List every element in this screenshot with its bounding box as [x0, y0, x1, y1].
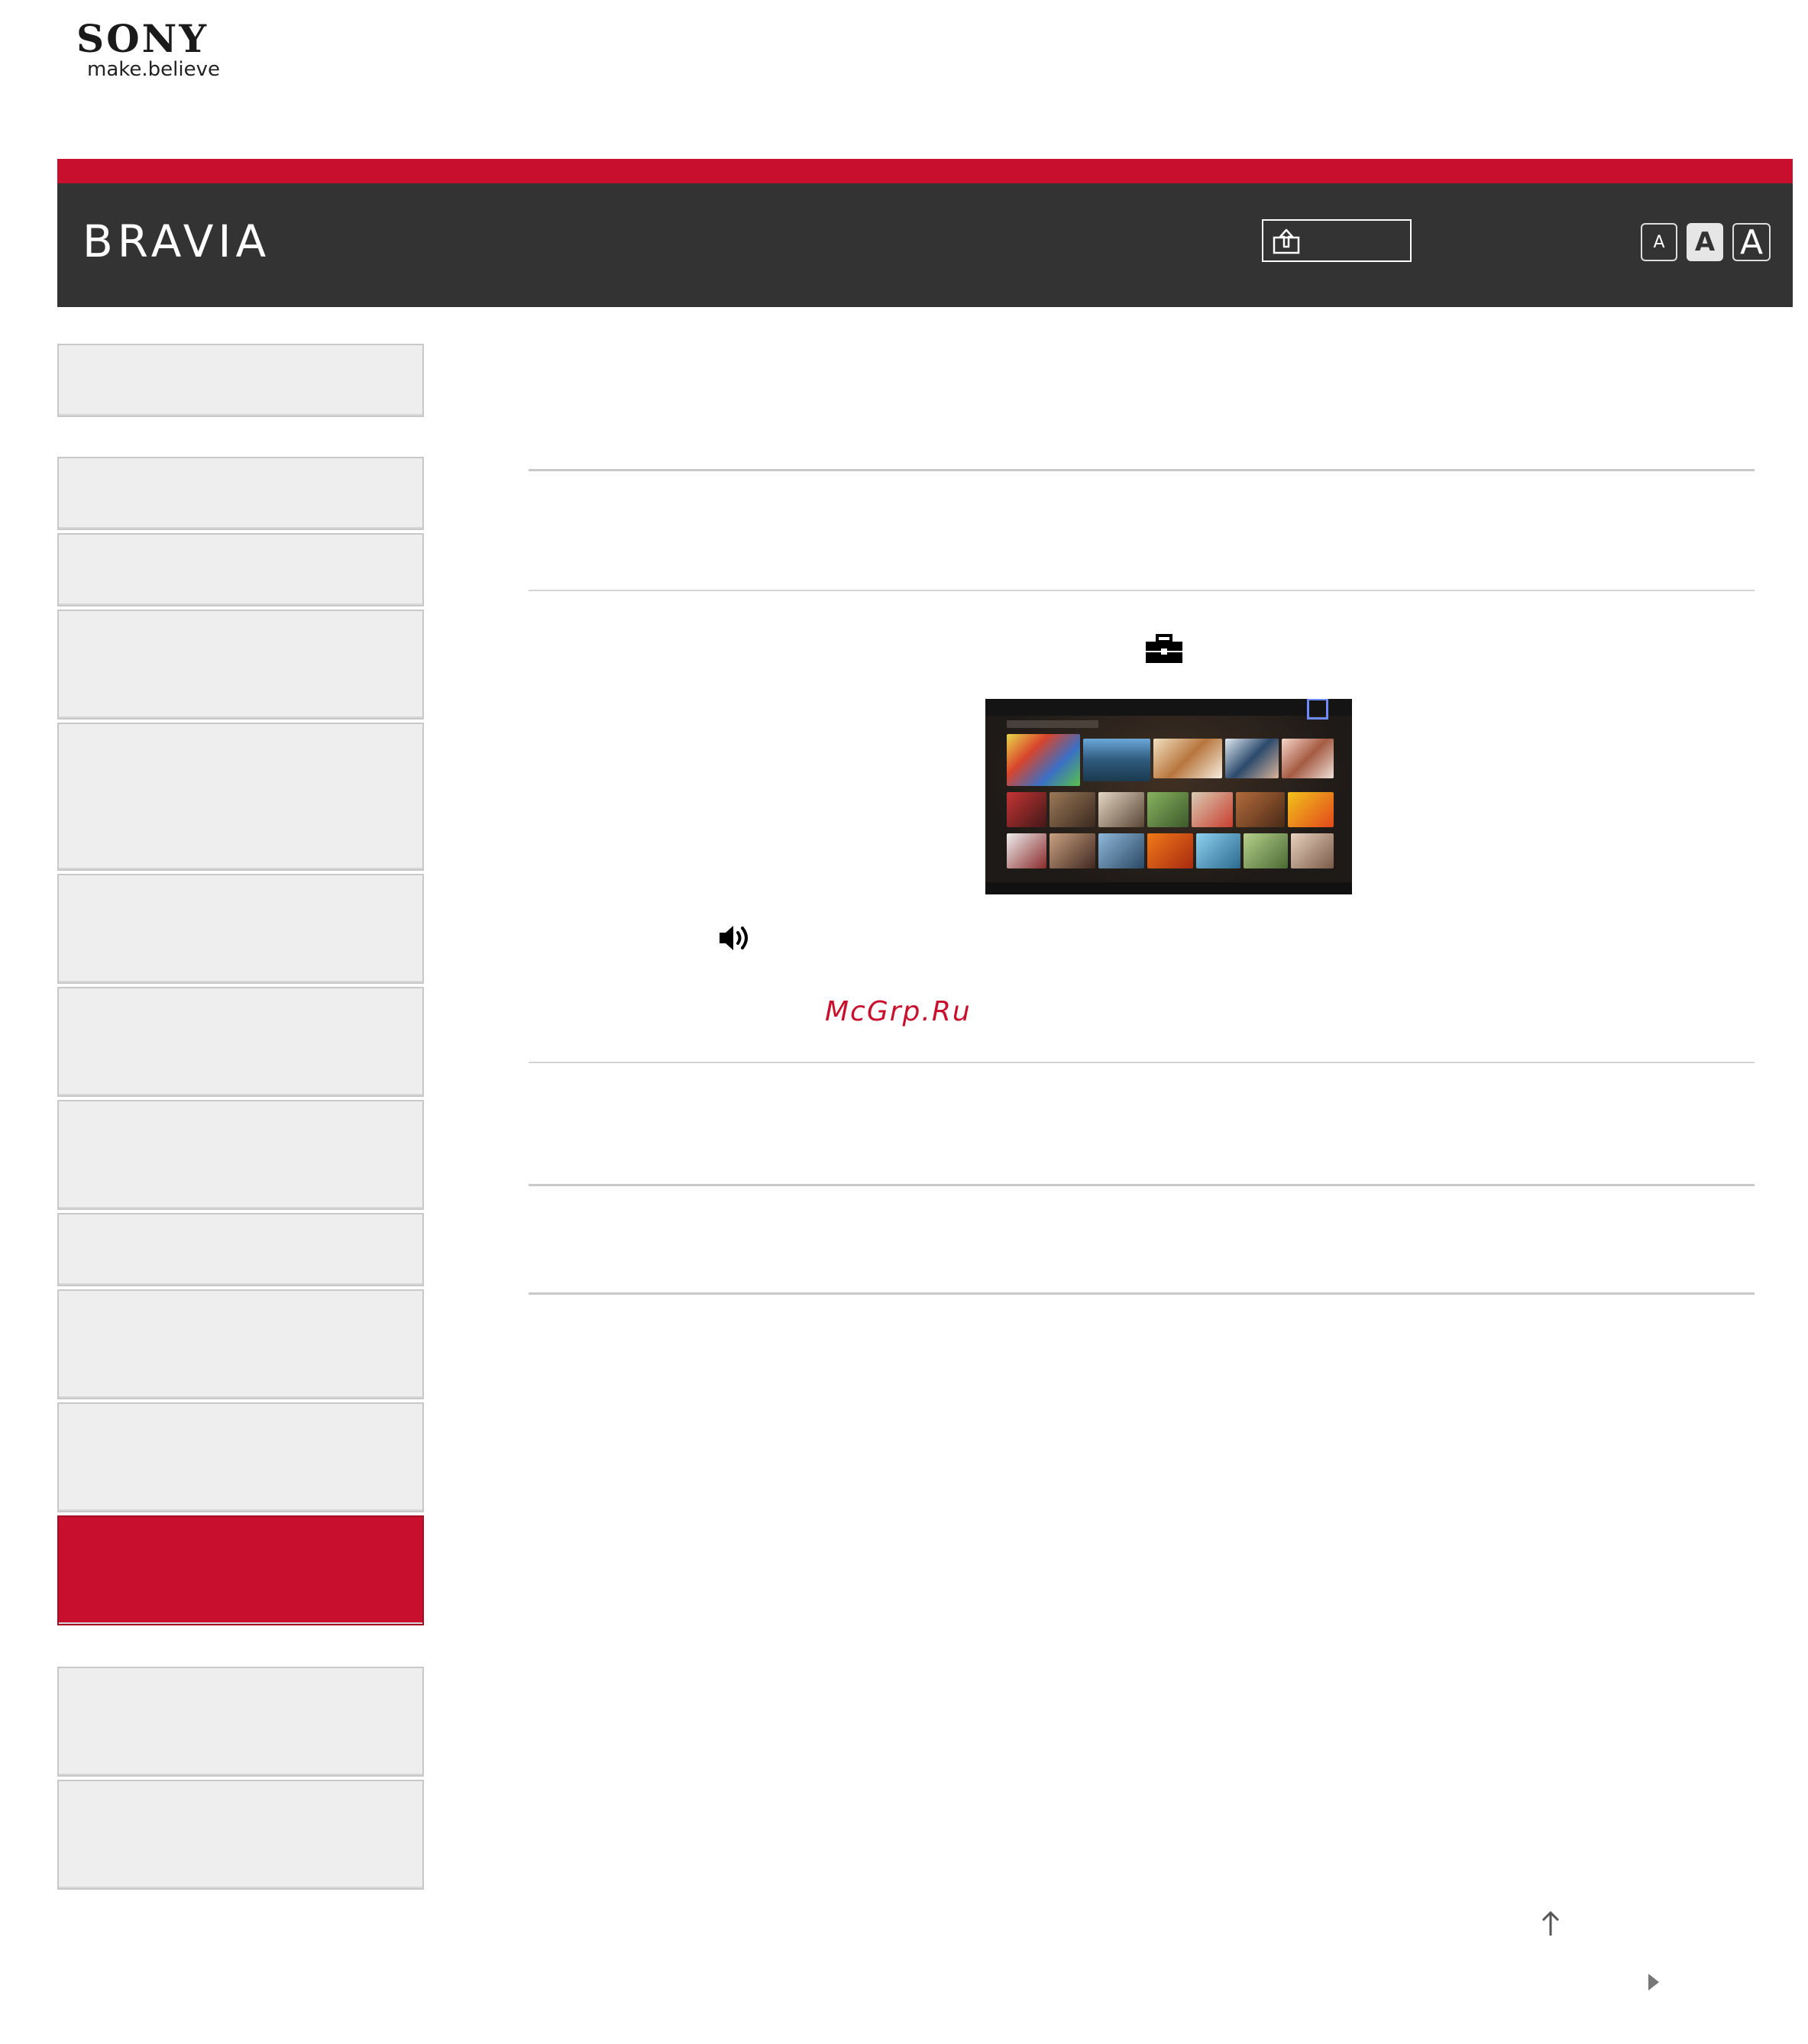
section-divider [529, 590, 1755, 591]
toolbox-icon [1144, 634, 1184, 668]
sidebar-item-8[interactable] [57, 1100, 424, 1210]
back-to-top-button[interactable] [1540, 1910, 1561, 1940]
header-accent-strip [57, 159, 1793, 183]
watermark-text: McGrp.Ru [825, 996, 972, 1027]
sidebar-item-9[interactable] [57, 1213, 424, 1286]
sidebar-item-7[interactable] [57, 987, 424, 1097]
sidebar-item-11[interactable] [57, 1402, 424, 1512]
sidebar-item-1[interactable] [57, 344, 424, 417]
arrow-up-icon [1541, 1910, 1560, 1936]
header-bar [57, 183, 1793, 307]
section-divider [529, 469, 1755, 471]
section-divider [529, 1184, 1755, 1186]
next-page-button[interactable] [1647, 1972, 1661, 1995]
sidebar-item-5[interactable] [57, 723, 424, 871]
sidebar-item-6[interactable] [57, 874, 424, 984]
font-size-small-button[interactable]: A [1641, 223, 1677, 261]
sony-logo: SONY make.believe [76, 16, 237, 82]
sidebar-item-2[interactable] [57, 457, 424, 530]
sidebar-item-12-active[interactable] [57, 1515, 424, 1625]
print-button[interactable] [1262, 219, 1412, 262]
sidebar-item-4[interactable] [57, 610, 424, 720]
section-divider [529, 1292, 1755, 1295]
font-size-medium-button[interactable]: A [1687, 223, 1723, 261]
tv-home-menu-screenshot [985, 699, 1352, 894]
font-size-large-button[interactable]: A [1732, 223, 1771, 262]
sony-wordmark: SONY [76, 16, 209, 61]
section-divider [529, 1062, 1755, 1063]
sidebar-item-13[interactable] [57, 1667, 424, 1777]
triangle-right-icon [1648, 1974, 1659, 1991]
speaker-icon [718, 923, 755, 956]
sidebar-item-10[interactable] [57, 1289, 424, 1399]
product-title: BRAVIA [82, 215, 271, 267]
sidebar-item-3[interactable] [57, 533, 424, 606]
sony-tagline: make.believe [87, 58, 220, 81]
print-icon [1273, 228, 1300, 254]
sidebar-item-14[interactable] [57, 1780, 424, 1890]
